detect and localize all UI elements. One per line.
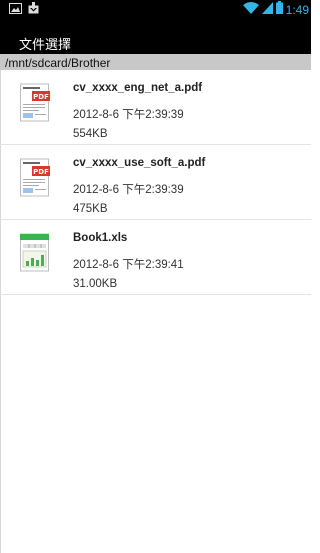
page-title: 文件選擇 — [19, 37, 72, 52]
title-bar: 文件選擇 — [0, 19, 311, 54]
file-size: 554KB — [73, 128, 108, 140]
image-icon — [9, 1, 22, 19]
pdf-badge-label: PDF — [33, 93, 49, 101]
file-size: 31.00KB — [73, 278, 118, 290]
file-list-item[interactable]: Book1.xls 2012-8-6 下午2:39:41 31.00KB — [0, 220, 311, 295]
spreadsheet-file-icon — [20, 233, 49, 272]
file-name: Book1.xls — [73, 232, 128, 244]
file-list-item[interactable]: PDF cv_xxxx_eng_net_a.pdf 2012-8-6 下午2:3… — [0, 70, 311, 145]
file-date: 2012-8-6 下午2:39:39 — [73, 109, 184, 121]
file-list: PDF cv_xxxx_eng_net_a.pdf 2012-8-6 下午2:3… — [0, 70, 311, 295]
file-name: cv_xxxx_eng_net_a.pdf — [73, 82, 203, 94]
status-bar: 1:49 — [0, 0, 311, 19]
signal-icon — [261, 1, 273, 19]
file-date: 2012-8-6 下午2:39:39 — [73, 184, 184, 196]
current-path: /mnt/sdcard/Brother — [5, 56, 111, 70]
status-time: 1:49 — [285, 2, 309, 17]
download-icon — [28, 1, 39, 19]
pdf-badge-label: PDF — [33, 168, 49, 176]
file-size: 475KB — [73, 203, 108, 215]
file-date: 2012-8-6 下午2:39:41 — [73, 259, 184, 271]
file-name: cv_xxxx_use_soft_a.pdf — [73, 157, 206, 169]
battery-icon — [275, 0, 283, 19]
file-list-item[interactable]: PDF cv_xxxx_use_soft_a.pdf 2012-8-6 下午2:… — [0, 145, 311, 220]
wifi-icon — [242, 1, 259, 19]
pdf-file-icon: PDF — [20, 158, 50, 197]
path-bar: /mnt/sdcard/Brother — [0, 54, 311, 70]
pdf-file-icon: PDF — [20, 83, 50, 122]
